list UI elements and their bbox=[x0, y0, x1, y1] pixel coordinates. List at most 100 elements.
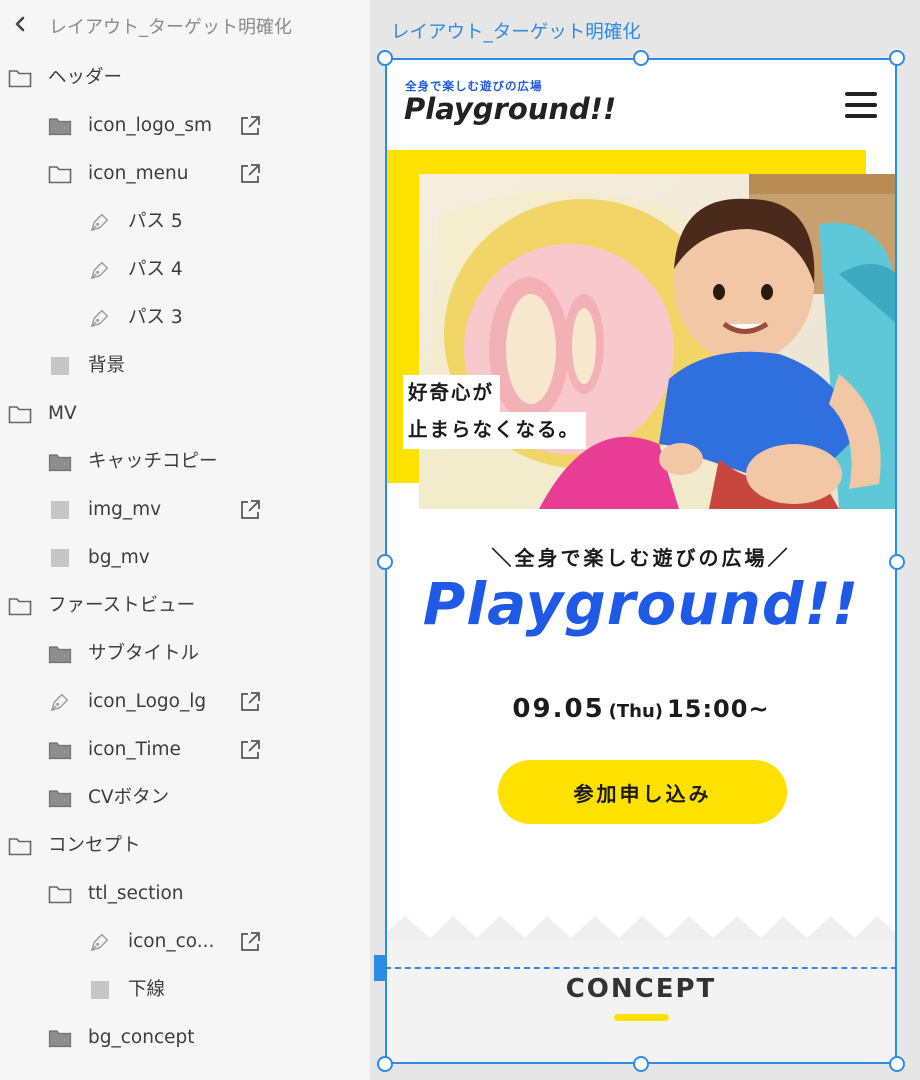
layer-row[interactable]: サブタイトル bbox=[0, 630, 370, 678]
folder-outline-icon bbox=[8, 66, 32, 90]
layer-row[interactable]: icon_menu bbox=[0, 150, 370, 198]
external-link-icon[interactable] bbox=[238, 114, 262, 138]
back-chevron-icon[interactable] bbox=[10, 14, 30, 34]
layer-row[interactable]: icon_Time bbox=[0, 726, 370, 774]
resize-handle-bottom-center[interactable] bbox=[633, 1056, 649, 1072]
layer-label: キャッチコピー bbox=[88, 451, 218, 472]
layer-label: bg_mv bbox=[88, 547, 150, 568]
design-canvas[interactable]: レイアウト_ターゲット明確化 全身で楽しむ遊びの広場 Playground!! bbox=[370, 0, 920, 1080]
logo-large: Playground!! bbox=[422, 570, 860, 638]
layer-label: MV bbox=[48, 403, 77, 424]
hamburger-menu-icon[interactable] bbox=[843, 90, 879, 120]
layer-row[interactable]: コンセプト bbox=[0, 822, 370, 870]
artboard[interactable]: 全身で楽しむ遊びの広場 Playground!! 好奇心が 止まらなくなる。 ＼… bbox=[385, 58, 897, 1064]
rectangle-icon bbox=[48, 498, 72, 522]
folder-outline-icon bbox=[8, 594, 32, 618]
layer-label: パス 3 bbox=[128, 307, 183, 328]
layer-row[interactable]: 下線 bbox=[0, 966, 370, 1014]
layer-label: icon_logo_sm bbox=[88, 115, 213, 136]
resize-handle-middle-left[interactable] bbox=[377, 554, 393, 570]
layer-label: bg_concept bbox=[88, 1027, 195, 1048]
external-link-icon[interactable] bbox=[238, 690, 262, 714]
layer-row[interactable]: パス 4 bbox=[0, 246, 370, 294]
pen-path-icon bbox=[48, 690, 72, 714]
resize-handle-bottom-right[interactable] bbox=[889, 1056, 905, 1072]
layer-label: icon_Logo_lg bbox=[88, 691, 207, 712]
layer-label: CVボタン bbox=[88, 787, 170, 808]
layer-label: パス 4 bbox=[128, 259, 183, 280]
folder-filled-icon bbox=[48, 786, 72, 810]
layer-row[interactable]: ファーストビュー bbox=[0, 582, 370, 630]
event-start-time: 15:00~ bbox=[667, 695, 770, 723]
layer-row[interactable]: icon_co... bbox=[0, 918, 370, 966]
folder-filled-icon bbox=[48, 642, 72, 666]
resize-handle-bottom-left[interactable] bbox=[377, 1056, 393, 1072]
folder-outline-icon bbox=[48, 162, 72, 186]
folder-outline-icon bbox=[8, 834, 32, 858]
zigzag-divider-icon bbox=[385, 914, 897, 940]
external-link-icon[interactable] bbox=[238, 738, 262, 762]
event-day-of-week: (Thu) bbox=[608, 701, 664, 722]
layer-row[interactable]: bg_mv bbox=[0, 534, 370, 582]
layer-label: 下線 bbox=[128, 979, 166, 1000]
layer-row[interactable]: 背景 bbox=[0, 342, 370, 390]
layer-row[interactable]: img_mv bbox=[0, 486, 370, 534]
layer-label: icon_menu bbox=[88, 163, 189, 184]
rectangle-icon bbox=[88, 978, 112, 1002]
layer-label: ファーストビュー bbox=[48, 595, 196, 616]
resize-handle-top-center[interactable] bbox=[633, 50, 649, 66]
external-link-icon[interactable] bbox=[238, 162, 262, 186]
folder-outline-icon bbox=[48, 882, 72, 906]
layer-row[interactable]: MV bbox=[0, 390, 370, 438]
fold-guide-line[interactable] bbox=[385, 967, 897, 969]
layer-label: img_mv bbox=[88, 499, 162, 520]
resize-handle-top-right[interactable] bbox=[889, 50, 905, 66]
logo-small[interactable]: Playground!! bbox=[404, 92, 616, 126]
concept-section: CONCEPT bbox=[385, 914, 897, 1064]
layer-label: サブタイトル bbox=[88, 643, 200, 664]
concept-underline bbox=[614, 1014, 669, 1021]
concept-title: CONCEPT bbox=[565, 974, 717, 1004]
resize-handle-middle-right[interactable] bbox=[889, 554, 905, 570]
fold-guide-marker[interactable] bbox=[374, 955, 385, 981]
layer-row[interactable]: ttl_section bbox=[0, 870, 370, 918]
layer-label: ヘッダー bbox=[48, 67, 123, 88]
resize-handle-top-left[interactable] bbox=[377, 50, 393, 66]
layers-panel: レイアウト_ターゲット明確化 ヘッダー icon_logo_sm icon_menu… bbox=[0, 0, 370, 1080]
layer-row[interactable]: CVボタン bbox=[0, 774, 370, 822]
rectangle-icon bbox=[48, 354, 72, 378]
layer-row[interactable]: icon_Logo_lg bbox=[0, 678, 370, 726]
first-view: ＼全身で楽しむ遊びの広場／ Playground!! 09.05 (Thu) 15:… bbox=[385, 534, 897, 854]
event-date: 09.05 bbox=[512, 694, 605, 724]
layer-label: パス 5 bbox=[128, 211, 183, 232]
pen-path-icon bbox=[88, 306, 112, 330]
external-link-icon[interactable] bbox=[238, 498, 262, 522]
folder-filled-icon bbox=[48, 1026, 72, 1050]
folder-filled-icon bbox=[48, 450, 72, 474]
layer-row[interactable]: パス 3 bbox=[0, 294, 370, 342]
apply-button[interactable]: 参加申し込み bbox=[498, 760, 787, 824]
layer-row[interactable]: キャッチコピー bbox=[0, 438, 370, 486]
site-header: 全身で楽しむ遊びの広場 Playground!! bbox=[385, 58, 897, 150]
layer-label: 背景 bbox=[88, 355, 126, 376]
folder-filled-icon bbox=[48, 114, 72, 138]
pen-path-icon bbox=[88, 258, 112, 282]
layer-row[interactable]: パス 5 bbox=[0, 198, 370, 246]
layer-label: コンセプト bbox=[48, 835, 141, 856]
event-time: 09.05 (Thu) 15:00~ bbox=[385, 694, 897, 724]
layer-row[interactable]: bg_concept bbox=[0, 1014, 370, 1062]
pen-path-icon bbox=[88, 210, 112, 234]
layers-panel-title: レイアウト_ターゲット明確化 bbox=[49, 17, 292, 38]
catch-copy: 好奇心が 止まらなくなる。 bbox=[403, 375, 587, 449]
layer-row[interactable]: icon_logo_sm bbox=[0, 102, 370, 150]
first-view-subtitle: ＼全身で楽しむ遊びの広場／ bbox=[491, 546, 791, 570]
external-link-icon[interactable] bbox=[238, 930, 262, 954]
layer-label: icon_co... bbox=[128, 931, 215, 952]
rectangle-icon bbox=[48, 546, 72, 570]
catch-copy-line-2: 止まらなくなる。 bbox=[403, 412, 587, 449]
folder-filled-icon bbox=[48, 738, 72, 762]
pen-path-icon bbox=[88, 930, 112, 954]
main-visual-photo bbox=[419, 174, 897, 509]
layer-row[interactable]: ヘッダー bbox=[0, 54, 370, 102]
artboard-name[interactable]: レイアウト_ターゲット明確化 bbox=[391, 18, 641, 44]
